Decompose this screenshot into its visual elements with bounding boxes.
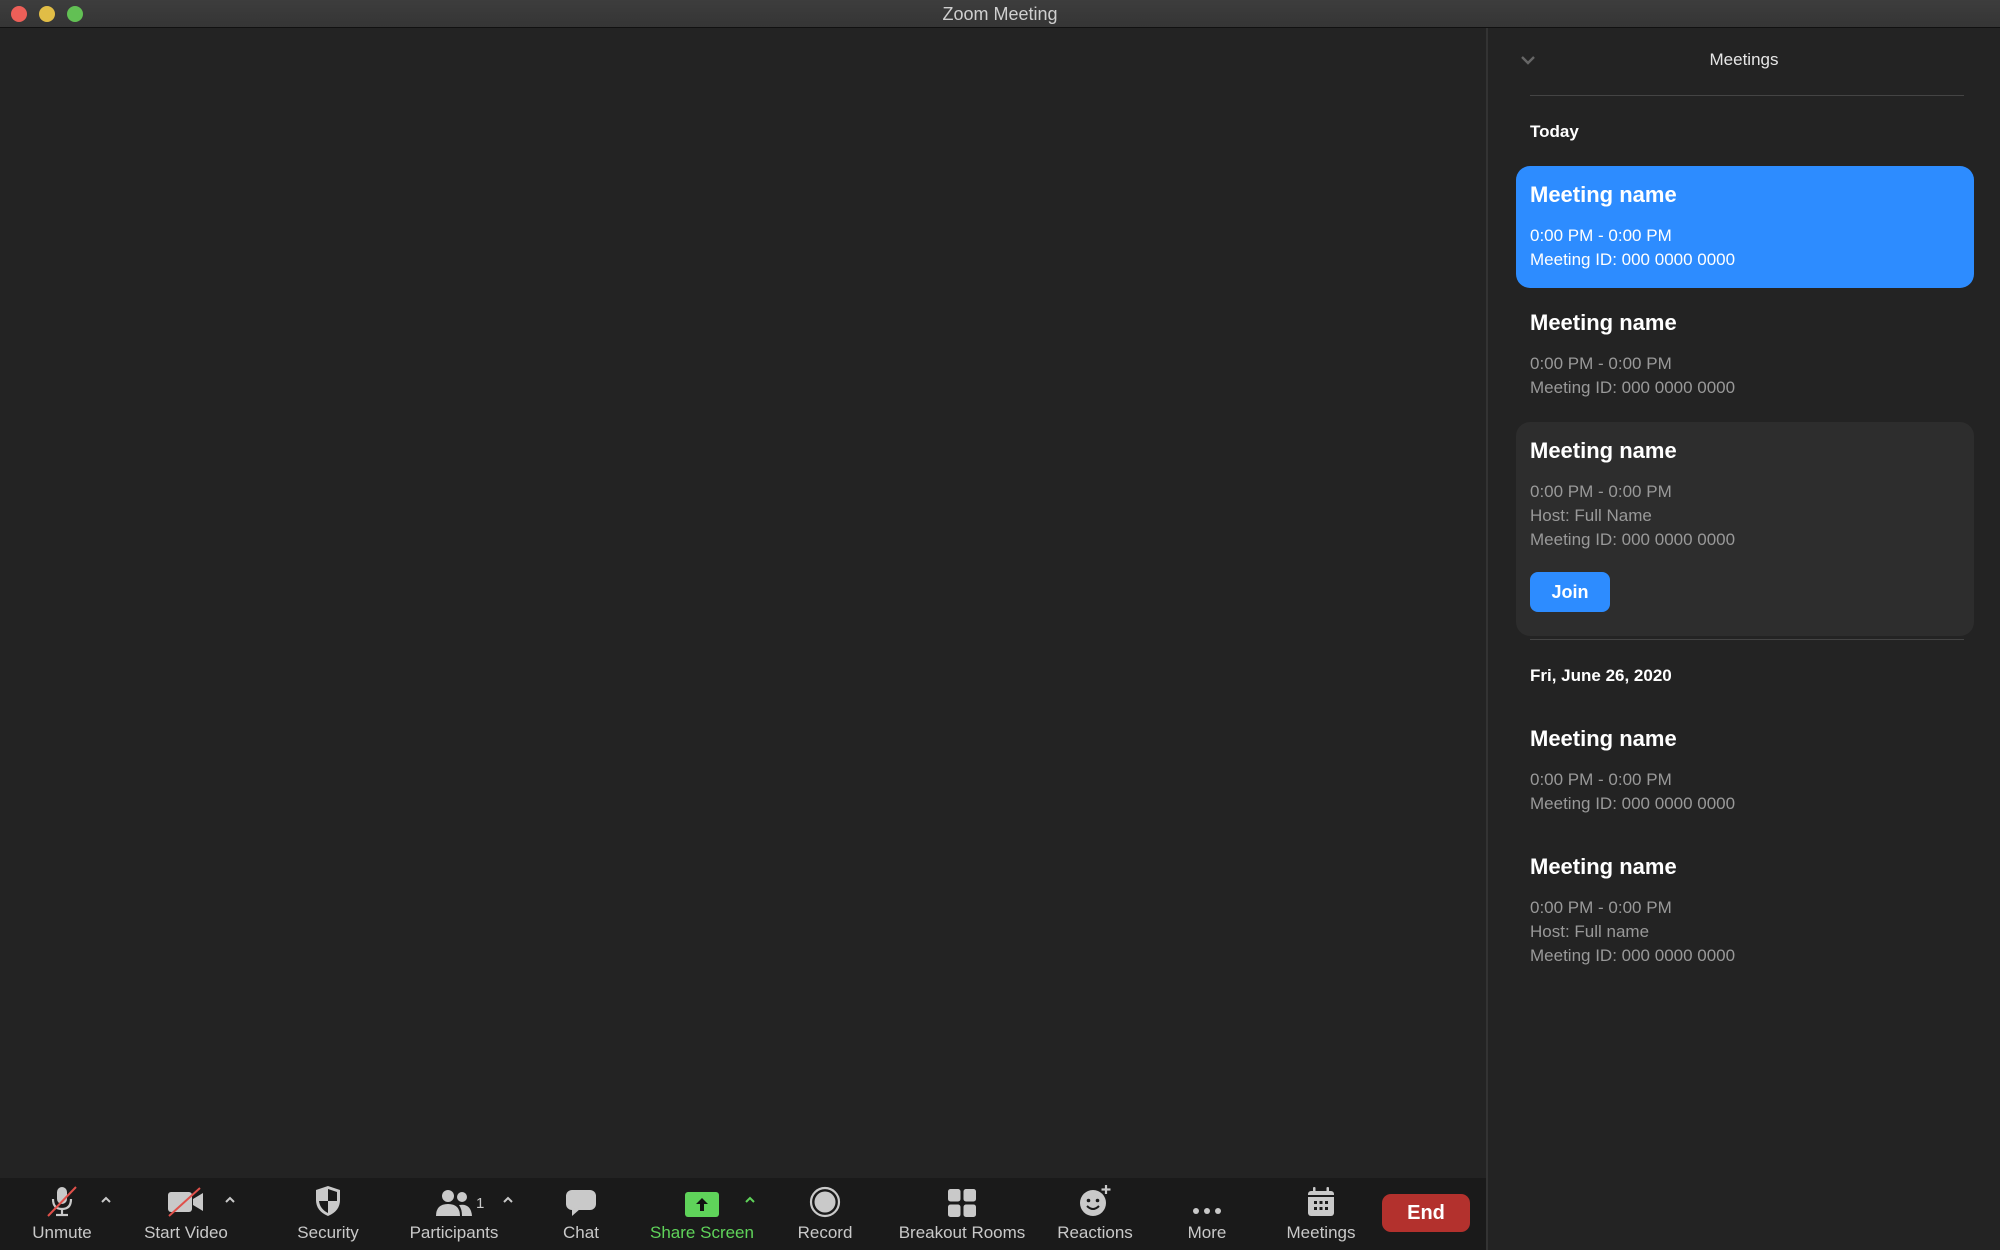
more-ellipsis-icon bbox=[1193, 1208, 1221, 1214]
meeting-card[interactable]: Meeting name 0:00 PM - 0:00 PM Host: Ful… bbox=[1516, 838, 1974, 984]
chat-bubble-icon bbox=[566, 1190, 596, 1216]
reactions-button[interactable]: Reactions bbox=[1054, 1178, 1136, 1250]
reactions-smiley-icon bbox=[1080, 1185, 1111, 1216]
participants-label: Participants bbox=[409, 1223, 499, 1242]
meeting-host: Host: Full Name bbox=[1530, 506, 1652, 525]
meeting-toolbar: Unmute Start Video Security Participants… bbox=[0, 1178, 1486, 1250]
breakout-rooms-label: Breakout Rooms bbox=[898, 1223, 1026, 1242]
window-title: Zoom Meeting bbox=[942, 4, 1058, 24]
shield-icon bbox=[316, 1186, 340, 1216]
meeting-id: Meeting ID: 000 0000 0000 bbox=[1530, 946, 1736, 965]
meeting-card[interactable]: Meeting name 0:00 PM - 0:00 PM Host: Ful… bbox=[1516, 422, 1974, 636]
share-screen-button[interactable]: Share Screen bbox=[646, 1178, 758, 1250]
participants-button[interactable]: Participants bbox=[404, 1178, 504, 1250]
video-stage bbox=[0, 28, 1486, 1178]
video-options-caret-icon[interactable] bbox=[222, 1192, 238, 1208]
meeting-time: 0:00 PM - 0:00 PM bbox=[1530, 354, 1672, 373]
panel-title: Meetings bbox=[1709, 50, 1779, 69]
share-options-caret-icon[interactable] bbox=[742, 1192, 758, 1208]
calendar-icon bbox=[1308, 1187, 1334, 1216]
meeting-card[interactable]: Meeting name 0:00 PM - 0:00 PM Meeting I… bbox=[1516, 166, 1974, 288]
audio-options-caret-icon[interactable] bbox=[98, 1192, 114, 1208]
end-meeting-button[interactable]: End bbox=[1382, 1194, 1470, 1232]
meeting-id: Meeting ID: 000 0000 0000 bbox=[1530, 794, 1736, 813]
panel-header-divider bbox=[1530, 95, 1964, 96]
section-label-date: Fri, June 26, 2020 bbox=[1530, 666, 1672, 685]
meeting-card[interactable]: Meeting name 0:00 PM - 0:00 PM Meeting I… bbox=[1516, 710, 1974, 832]
meeting-name: Meeting name bbox=[1530, 438, 1677, 463]
meetings-panel: Meetings Today Meeting name 0:00 PM - 0:… bbox=[1486, 28, 2000, 1250]
panel-header: Meetings bbox=[1488, 28, 2000, 96]
unmute-button[interactable]: Unmute bbox=[22, 1178, 102, 1250]
meeting-id: Meeting ID: 000 0000 0000 bbox=[1530, 250, 1736, 269]
start-video-button[interactable]: Start Video bbox=[138, 1178, 234, 1250]
breakout-rooms-grid-icon bbox=[948, 1189, 976, 1217]
meeting-name: Meeting name bbox=[1530, 726, 1677, 751]
share-screen-label: Share Screen bbox=[650, 1223, 754, 1242]
start-video-label: Start Video bbox=[144, 1223, 228, 1242]
join-button[interactable]: Join bbox=[1530, 572, 1610, 612]
record-icon bbox=[809, 1186, 841, 1218]
video-camera-off-icon bbox=[168, 1187, 203, 1217]
meeting-time: 0:00 PM - 0:00 PM bbox=[1530, 482, 1672, 501]
breakout-rooms-button[interactable]: Breakout Rooms bbox=[894, 1178, 1030, 1250]
meeting-id: Meeting ID: 000 0000 0000 bbox=[1530, 530, 1736, 549]
security-label: Security bbox=[297, 1223, 359, 1242]
meeting-id: Meeting ID: 000 0000 0000 bbox=[1530, 378, 1736, 397]
record-label: Record bbox=[797, 1223, 853, 1242]
microphone-muted-icon bbox=[47, 1186, 77, 1217]
meeting-card[interactable]: Meeting name 0:00 PM - 0:00 PM Meeting I… bbox=[1516, 294, 1974, 416]
section-divider bbox=[1530, 639, 1964, 640]
reactions-label: Reactions bbox=[1057, 1223, 1133, 1242]
meeting-time: 0:00 PM - 0:00 PM bbox=[1530, 898, 1672, 917]
chat-button[interactable]: Chat bbox=[550, 1178, 612, 1250]
participants-count: 1 bbox=[476, 1195, 485, 1212]
title-bar: Zoom Meeting bbox=[0, 0, 2000, 28]
meeting-name: Meeting name bbox=[1530, 854, 1677, 879]
participants-options-caret-icon[interactable] bbox=[500, 1192, 516, 1208]
section-label-today: Today bbox=[1530, 122, 1579, 141]
meetings-label: Meetings bbox=[1286, 1223, 1356, 1242]
meeting-name: Meeting name bbox=[1530, 310, 1677, 335]
meeting-time: 0:00 PM - 0:00 PM bbox=[1530, 226, 1672, 245]
share-screen-icon bbox=[685, 1192, 719, 1217]
meeting-time: 0:00 PM - 0:00 PM bbox=[1530, 770, 1672, 789]
meetings-button[interactable]: Meetings bbox=[1280, 1178, 1362, 1250]
meeting-name: Meeting name bbox=[1530, 182, 1677, 207]
participants-icon bbox=[436, 1190, 472, 1216]
unmute-label: Unmute bbox=[32, 1223, 92, 1242]
record-button[interactable]: Record bbox=[790, 1178, 860, 1250]
chat-label: Chat bbox=[563, 1223, 599, 1242]
meeting-host: Host: Full name bbox=[1530, 922, 1650, 941]
more-label: More bbox=[1187, 1223, 1227, 1242]
security-button[interactable]: Security bbox=[286, 1178, 370, 1250]
more-button[interactable]: More bbox=[1176, 1178, 1238, 1250]
